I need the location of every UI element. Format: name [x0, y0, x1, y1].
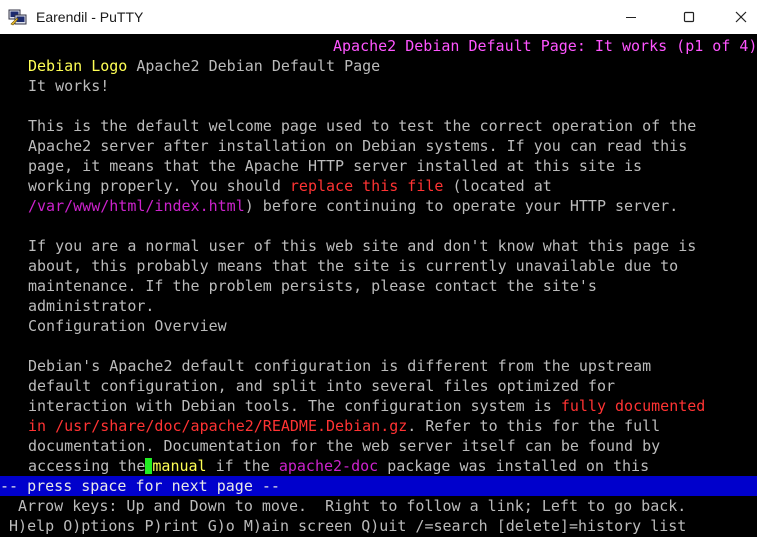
replace-file-link[interactable]: replace this file — [290, 177, 444, 195]
debian-logo-link[interactable]: Debian Logo — [28, 57, 127, 75]
status-text: -- press space for next page -- — [0, 477, 280, 495]
putty-icon[interactable] — [8, 7, 28, 27]
text-line: in /usr/share/doc/apache2/README.Debian.… — [28, 417, 661, 435]
text-line: Debian's Apache2 default configuration i… — [28, 357, 652, 375]
minimize-icon — [626, 17, 636, 18]
title-line: Debian Logo Apache2 Debian Default Page — [28, 56, 380, 76]
manual-link[interactable]: manual — [152, 457, 206, 475]
text-line: interaction with Debian tools. The confi… — [28, 397, 706, 415]
window-title: Earendil - PuTTY — [36, 9, 144, 25]
title-bar: Earendil - PuTTY — [0, 0, 757, 34]
minimize-button[interactable] — [608, 0, 654, 34]
close-button[interactable] — [724, 0, 757, 34]
text-line: /var/www/html/index.html) before continu… — [28, 197, 679, 215]
index-html-path: /var/www/html/index.html — [28, 197, 245, 215]
maximize-icon — [683, 11, 695, 23]
text-line: about, this probably means that the site… — [28, 257, 679, 275]
text-line: If you are a normal user of this web sit… — [28, 237, 697, 255]
text-line: Apache2 server after installation on Deb… — [28, 137, 688, 155]
maximize-button[interactable] — [666, 0, 712, 34]
page-title: Apache2 Debian Default Page — [127, 57, 381, 75]
fully-documented-link[interactable]: fully documented — [561, 397, 706, 415]
text-line: administrator. — [28, 297, 155, 315]
readme-debian-link[interactable]: in /usr/share/doc/apache2/README.Debian.… — [28, 417, 407, 435]
status-bar: -- press space for next page -- — [0, 476, 757, 496]
text-line: page, it means that the Apache HTTP serv… — [28, 157, 643, 175]
section-heading: Configuration Overview — [28, 317, 227, 335]
help-line-2: H)elp O)ptions P)rint G)o M)ain screen Q… — [0, 517, 687, 535]
text-line: working properly. You should replace thi… — [28, 177, 552, 195]
heading-it-works: It works! — [28, 77, 110, 95]
page-header: Apache2 Debian Default Page: It works (p… — [333, 37, 757, 55]
terminal-screen[interactable]: Apache2 Debian Default Page: It works (p… — [0, 34, 757, 537]
close-icon — [735, 11, 746, 23]
text-line: maintenance. If the problem persists, pl… — [28, 277, 597, 295]
help-line-1: Arrow keys: Up and Down to move. Right t… — [0, 497, 687, 515]
text-line: accessing the manual if the apache2-doc p… — [28, 457, 650, 475]
text-line: default configuration, and split into se… — [28, 377, 615, 395]
apache2-doc-link[interactable]: apache2-doc — [279, 457, 378, 475]
text-line: documentation. Documentation for the web… — [28, 437, 661, 455]
text-line: This is the default welcome page used to… — [28, 117, 697, 135]
